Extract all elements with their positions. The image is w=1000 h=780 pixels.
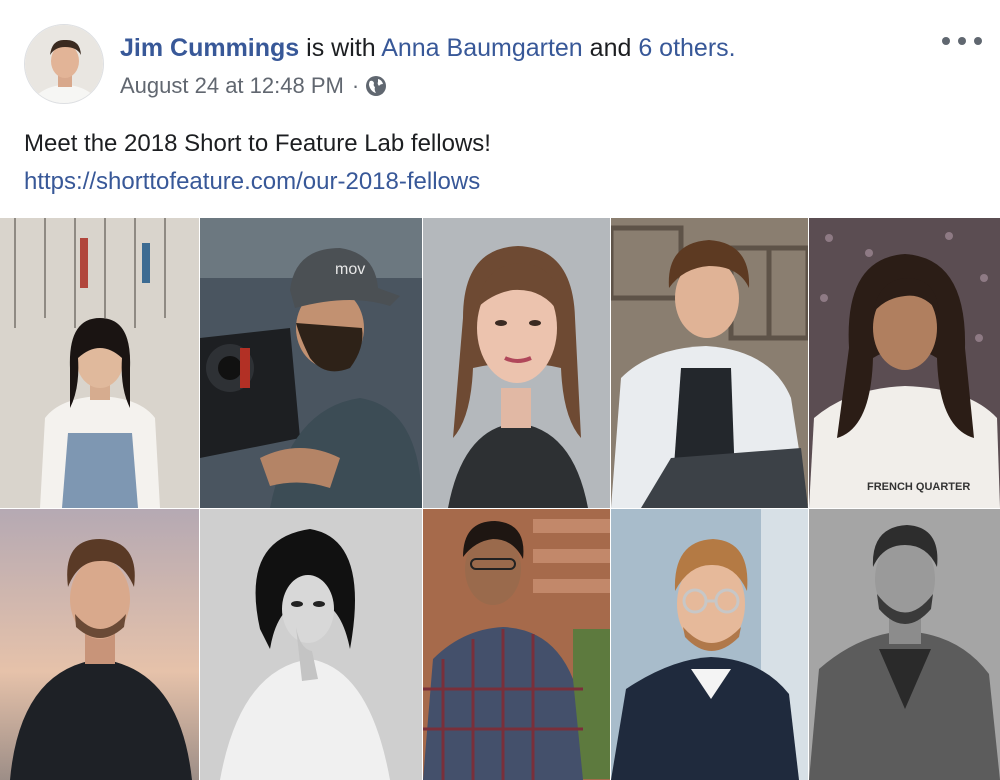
more-dot	[958, 37, 966, 45]
fellow-photo[interactable]	[423, 218, 610, 508]
facebook-post: Jim Cummings is with Anna Baumgarten and…	[0, 0, 1000, 780]
fellow-photo[interactable]	[611, 509, 808, 780]
fellow-photo[interactable]	[423, 509, 610, 780]
fellow-photo[interactable]	[809, 509, 1000, 780]
post-text: Meet the 2018 Short to Feature Lab fello…	[24, 130, 491, 157]
more-options-icon[interactable]	[942, 26, 982, 56]
fellow-photo[interactable]	[0, 218, 199, 508]
with-text: is with	[299, 34, 382, 62]
post-header: Jim Cummings is with Anna Baumgarten and…	[120, 32, 736, 64]
fellow-photo[interactable]	[0, 509, 199, 780]
author-avatar[interactable]	[24, 24, 104, 104]
globe-icon[interactable]	[365, 75, 387, 97]
fellow-photo[interactable]: FRENCH QUARTER	[809, 218, 1000, 508]
tagged-person-link[interactable]: Anna Baumgarten	[381, 34, 583, 62]
others-link[interactable]: 6 others.	[638, 34, 735, 62]
shirt-text: FRENCH QUARTER	[867, 481, 970, 493]
post-timestamp[interactable]: August 24 at 12:48 PM	[120, 71, 344, 101]
fellow-photo[interactable]: mov	[200, 218, 422, 508]
fellow-photo[interactable]	[200, 509, 422, 780]
and-text: and	[582, 34, 639, 62]
more-dot	[942, 37, 950, 45]
fellow-photo[interactable]	[611, 218, 808, 508]
more-dot	[974, 37, 982, 45]
post-link[interactable]: https://shorttofeature.com/our-2018-fell…	[24, 163, 480, 201]
photo-grid: mov FRENCH QUARTER	[0, 218, 1000, 780]
meta-separator: ·	[351, 73, 360, 98]
author-name-link[interactable]: Jim Cummings	[120, 34, 299, 62]
post-meta: August 24 at 12:48 PM ·	[120, 71, 387, 101]
cap-text: mov	[335, 261, 365, 278]
